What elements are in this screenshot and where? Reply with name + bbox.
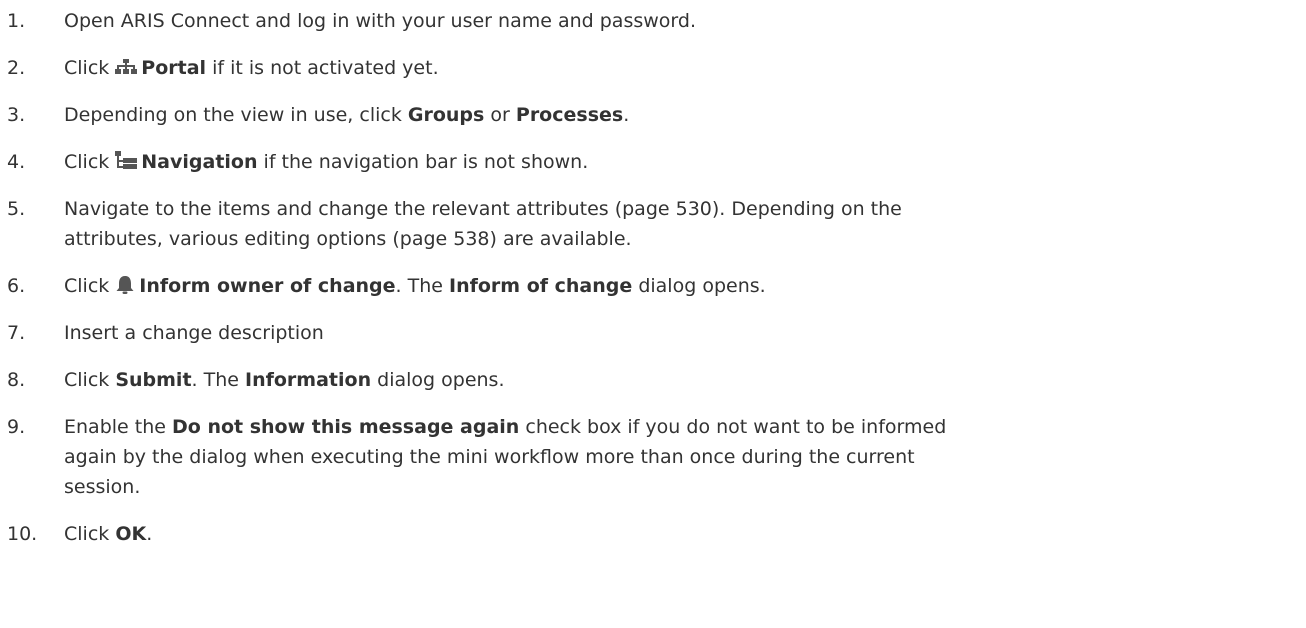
step-text: . The (395, 275, 443, 297)
instruction-steps: 1. Open ARIS Connect and log in with your… (0, 0, 1306, 549)
step-3: 3. Depending on the view in use, click Gr… (0, 100, 1306, 130)
step-6: 6. Click Inform owner of change. The Infor… (0, 271, 1306, 301)
step-number: 1. (7, 10, 26, 32)
step-number: 3. (7, 104, 26, 126)
step-bold-label: Processes (515, 104, 624, 126)
step-text: dialog opens. (638, 275, 766, 297)
step-number: 6. (7, 275, 26, 297)
step-text: Click (64, 523, 110, 545)
step-bold-label: Information (245, 369, 372, 391)
step-bold-label: Inform of change (449, 275, 633, 297)
portal-icon (115, 59, 138, 77)
step-text: check box if you do not want to be infor… (525, 416, 947, 438)
step-text: session. (64, 476, 141, 498)
step-text: Navigate to the items and change the rel… (64, 198, 902, 220)
step-bold-label: OK (115, 523, 147, 545)
step-bold-label: Submit (115, 369, 192, 391)
step-text: . (146, 523, 153, 545)
step-bold-label: Navigation (141, 151, 258, 173)
step-number: 2. (7, 57, 26, 79)
step-text: Click (64, 275, 110, 297)
step-bold-label: Do not show this message again (172, 416, 520, 438)
step-text: Click (64, 151, 110, 173)
step-8: 8. Click Submit. The Information dialog o… (0, 365, 1306, 395)
step-number: 7. (7, 322, 26, 344)
step-text: attributes, various editing options (pag… (64, 228, 632, 250)
step-text: dialog opens. (377, 369, 505, 391)
step-7: 7. Insert a change description (0, 318, 1306, 348)
step-text: again by the dialog when executing the m… (64, 446, 915, 468)
navigation-icon (115, 151, 138, 171)
step-1: 1. Open ARIS Connect and log in with your… (0, 6, 1306, 36)
step-number: 8. (7, 369, 26, 391)
step-number: 4. (7, 151, 26, 173)
step-number: 9. (7, 416, 26, 438)
step-4: 4. Click Navigation if the navigation bar … (0, 147, 1306, 177)
step-text: Depending on the view in use, click (64, 104, 402, 126)
step-text: Enable the (64, 416, 166, 438)
step-text: if the navigation bar is not shown. (263, 151, 589, 173)
step-text: Click (64, 369, 110, 391)
step-text: if it is not activated yet. (212, 57, 439, 79)
step-bold-label: Inform owner of change (139, 275, 396, 297)
step-bold-label: Groups (407, 104, 485, 126)
step-5: 5. Navigate to the items and change the r… (0, 194, 1306, 254)
step-number: 10. (7, 523, 38, 545)
step-9: 9. Enable the Do not show this message ag… (0, 412, 1306, 502)
step-text: . (623, 104, 630, 126)
step-2: 2. Click Portal if it is not activated yet… (0, 53, 1306, 83)
step-number: 5. (7, 198, 26, 220)
step-text: Open ARIS Connect and log in with your u… (64, 10, 696, 32)
step-text: Insert a change description (64, 322, 324, 344)
step-text: or (490, 104, 510, 126)
step-10: 10. Click OK. (0, 519, 1306, 549)
step-text: Click (64, 57, 110, 79)
step-bold-label: Portal (141, 57, 207, 79)
step-text: . The (191, 369, 239, 391)
bell-icon (115, 275, 135, 295)
